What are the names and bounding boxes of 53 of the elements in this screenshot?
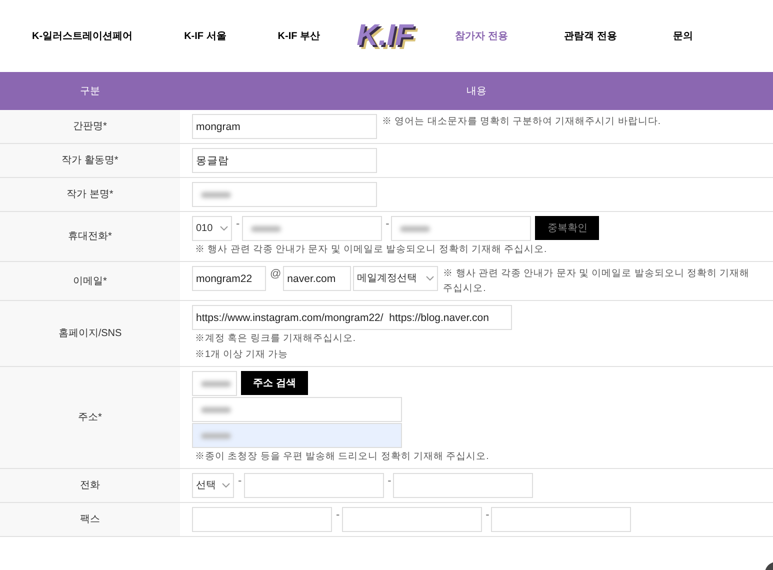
select-dropdown[interactable]: 010 bbox=[192, 216, 232, 241]
input-field[interactable]: https://www.instagram.com/mongram22/ https://blog.naver.con bbox=[192, 305, 512, 330]
row-label: 전화 bbox=[80, 479, 100, 493]
chevron-down-icon bbox=[222, 483, 230, 488]
input-field[interactable]: 몽글람 bbox=[192, 148, 377, 173]
note-text: ※계정 혹은 링크를 기재해주십시오. bbox=[195, 332, 357, 346]
column-header: 구분 bbox=[79, 84, 101, 98]
blurred-input-field[interactable] bbox=[192, 182, 377, 207]
separator-text: @ bbox=[270, 267, 282, 282]
nav-link[interactable]: K-일러스트레이션페어 bbox=[32, 28, 133, 44]
note-text: ※1개 이상 기재 가능 bbox=[195, 348, 290, 362]
input-field[interactable] bbox=[192, 507, 332, 532]
row-label: 작가 활동명* bbox=[62, 154, 118, 168]
row-label: 작가 본명* bbox=[66, 188, 114, 202]
row-label: 이메일* bbox=[73, 274, 107, 288]
input-field[interactable] bbox=[244, 473, 384, 498]
input-field[interactable]: mongram22 bbox=[192, 266, 266, 291]
note-text: ※종이 초청장 등을 우편 발송해 드리오니 정확히 기재해 주십시오. bbox=[195, 450, 490, 464]
chevron-down-icon bbox=[220, 226, 228, 231]
separator-text: - bbox=[336, 508, 340, 523]
note-text: ※ 행사 관련 각종 안내가 문자 및 이메일로 발송되오니 정확히 기재해 주십시오. bbox=[443, 267, 751, 296]
chevron-down-icon bbox=[426, 276, 434, 281]
blurred-input-field[interactable] bbox=[192, 371, 237, 396]
note-text: ※ 영어는 대소문자를 명확히 구분하여 기재해주시기 바랍니다. bbox=[382, 115, 662, 129]
select-dropdown[interactable]: 선택 bbox=[192, 473, 234, 498]
separator-text: - bbox=[388, 474, 392, 489]
input-field[interactable] bbox=[342, 507, 482, 532]
input-field[interactable]: mongram bbox=[192, 114, 377, 139]
separator-text: - bbox=[236, 217, 240, 232]
row-label: 휴대전화* bbox=[68, 230, 112, 244]
input-field[interactable] bbox=[491, 507, 632, 532]
column-header: 내용 bbox=[466, 84, 488, 98]
row-label: 주소* bbox=[78, 411, 102, 425]
separator-text: - bbox=[238, 474, 242, 489]
select-dropdown[interactable]: 메일계정선택 bbox=[353, 266, 438, 291]
row-label: 간판명* bbox=[73, 120, 107, 134]
nav-link[interactable]: 문의 bbox=[673, 28, 693, 44]
row-label: 팩스 bbox=[80, 513, 100, 527]
separator-text: - bbox=[386, 217, 390, 232]
blurred-input-field[interactable] bbox=[192, 397, 402, 422]
input-field[interactable] bbox=[393, 473, 534, 498]
note-text: ※ 행사 관련 각종 안내가 문자 및 이메일로 발송되오니 정확히 기재해 주십시오. bbox=[195, 243, 548, 257]
nav-link[interactable]: K-IF 부산 bbox=[278, 28, 320, 44]
nav-link[interactable]: 관람객 전용 bbox=[564, 28, 617, 44]
blurred-input-field[interactable] bbox=[242, 216, 382, 241]
input-field[interactable]: naver.com bbox=[283, 266, 352, 291]
action-button[interactable]: 주소 검색 bbox=[241, 371, 308, 395]
blurred-input-field[interactable] bbox=[192, 423, 402, 448]
nav-link[interactable]: K-IF 서울 bbox=[184, 28, 226, 44]
nav-link[interactable]: 참가자 전용 bbox=[455, 28, 508, 44]
blurred-input-field[interactable] bbox=[391, 216, 532, 241]
row-label: 홈페이지/SNS bbox=[58, 327, 122, 341]
separator-text: - bbox=[486, 508, 490, 523]
